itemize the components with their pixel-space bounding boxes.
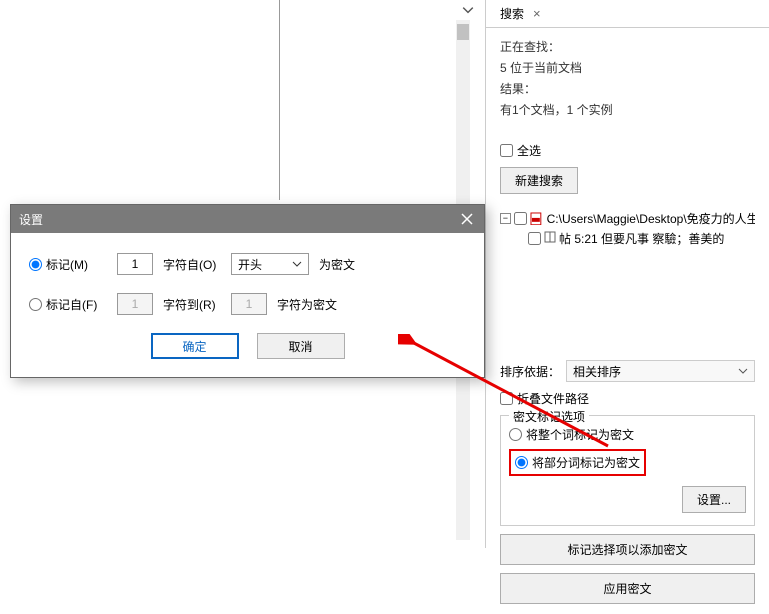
cancel-button[interactable]: 取消 bbox=[257, 333, 345, 359]
radio-partial-highlight: 将部分词标记为密文 bbox=[509, 449, 646, 476]
close-icon[interactable]: × bbox=[530, 6, 544, 21]
radio-whole-word[interactable] bbox=[509, 428, 522, 441]
tree-file-row[interactable]: − C:\Users\Maggie\Desktop\免疫力的人生 bbox=[500, 210, 755, 227]
tree-hit-row[interactable]: 帖 5:21 但要凡事 察驗；善美的 bbox=[500, 230, 755, 247]
radio-mark-from-f[interactable]: 标记自(F) bbox=[29, 296, 107, 313]
searching-label: 正在查找： bbox=[500, 38, 755, 55]
chars-to-input bbox=[231, 293, 267, 315]
collapse-paths-checkbox[interactable] bbox=[500, 392, 513, 405]
add-redaction-button[interactable]: 标记选择项以添加密文 bbox=[500, 534, 755, 565]
tab-label: 搜索 bbox=[500, 5, 524, 22]
results-text: 有1个文档，1 个实例 bbox=[500, 101, 755, 118]
radio-mark-m[interactable]: 标记(M) bbox=[29, 256, 107, 273]
file-checkbox[interactable] bbox=[514, 212, 527, 225]
chars-from-label: 字符自(O) bbox=[163, 256, 221, 273]
sort-value: 相关排序 bbox=[573, 363, 621, 380]
mark-from-input bbox=[117, 293, 153, 315]
mark-count-input[interactable] bbox=[117, 253, 153, 275]
group-title: 密文标记选项 bbox=[509, 408, 589, 425]
radio-partial-word[interactable] bbox=[515, 456, 528, 469]
file-path-label: C:\Users\Maggie\Desktop\免疫力的人生 bbox=[547, 210, 755, 227]
panel-dropdown-icon[interactable] bbox=[462, 4, 474, 16]
radio-partial-label: 将部分词标记为密文 bbox=[532, 454, 640, 471]
pdf-icon bbox=[530, 212, 544, 226]
sort-select[interactable]: 相关排序 bbox=[566, 360, 755, 382]
from-position-select[interactable]: 开头 bbox=[231, 253, 309, 275]
position-text: 5 位于当前文档 bbox=[500, 59, 755, 76]
book-icon bbox=[544, 231, 556, 246]
select-all-label: 全选 bbox=[517, 142, 541, 159]
dialog-title: 设置 bbox=[19, 211, 43, 228]
results-tree: − C:\Users\Maggie\Desktop\免疫力的人生 帖 5:21 … bbox=[500, 210, 755, 247]
apply-redaction-button[interactable]: 应用密文 bbox=[500, 573, 755, 604]
dialog-close-button[interactable] bbox=[458, 210, 476, 228]
scrollbar-thumb[interactable] bbox=[457, 24, 469, 40]
settings-dialog: 设置 标记(M) 字符自(O) 开头 为密文 标记自(F) 字符到(R) 字符为… bbox=[10, 204, 485, 378]
suffix-label-2: 字符为密文 bbox=[277, 296, 337, 313]
hit-checkbox[interactable] bbox=[528, 232, 541, 245]
collapse-paths-label: 折叠文件路径 bbox=[517, 390, 589, 407]
radio-whole-label: 将整个词标记为密文 bbox=[526, 426, 634, 443]
document-canvas bbox=[0, 0, 280, 200]
tab-search[interactable]: 搜索 × bbox=[494, 1, 550, 26]
chevron-down-icon bbox=[292, 259, 302, 269]
chevron-down-icon bbox=[738, 366, 748, 376]
suffix-label-1: 为密文 bbox=[319, 256, 355, 273]
new-search-button[interactable]: 新建搜索 bbox=[500, 167, 578, 194]
close-icon bbox=[461, 213, 473, 225]
hit-text: 帖 5:21 但要凡事 察驗；善美的 bbox=[559, 230, 724, 247]
chars-to-label: 字符到(R) bbox=[163, 296, 221, 313]
collapse-icon[interactable]: − bbox=[500, 213, 511, 224]
redaction-options-group: 密文标记选项 将整个词标记为密文 将部分词标记为密文 设置... bbox=[500, 415, 755, 526]
settings-button[interactable]: 设置... bbox=[682, 486, 746, 513]
sort-label: 排序依据： bbox=[500, 363, 560, 380]
results-label: 结果： bbox=[500, 80, 755, 97]
select-all-checkbox[interactable] bbox=[500, 144, 513, 157]
search-panel: 搜索 × 正在查找： 5 位于当前文档 结果： 有1个文档，1 个实例 全选 新… bbox=[485, 0, 769, 548]
ok-button[interactable]: 确定 bbox=[151, 333, 239, 359]
